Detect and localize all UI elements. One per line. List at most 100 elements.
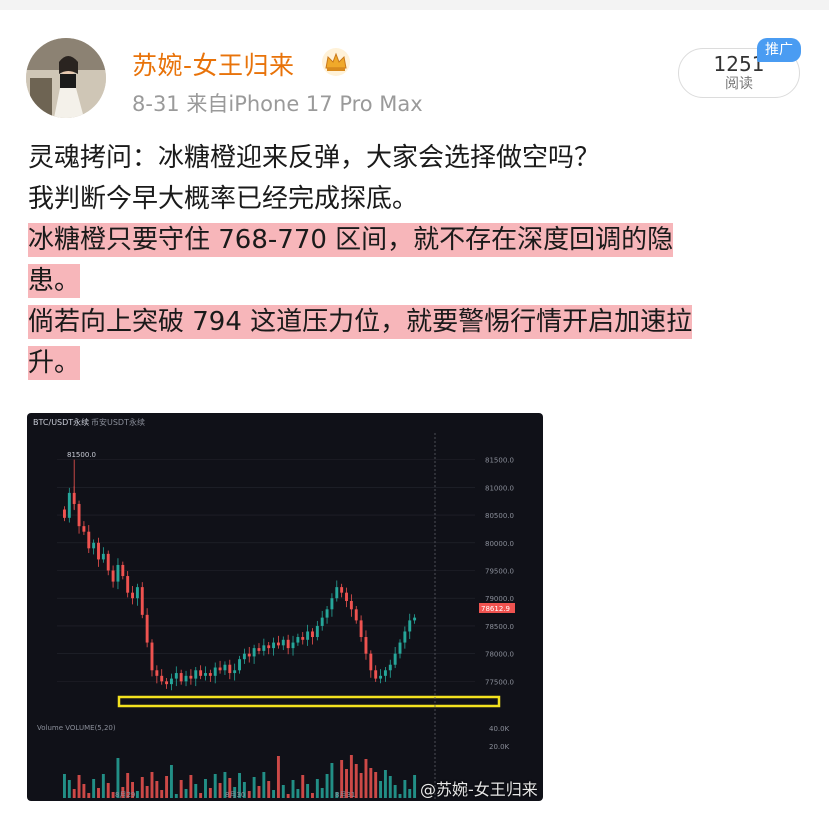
candle-body [63,509,66,518]
y-tick-label: 79000.0 [485,595,514,603]
candle-body [223,664,227,671]
volume-bar [208,788,212,798]
y-tick-label: 81500.0 [485,457,514,465]
volume-bar [140,777,144,798]
post-meta: 8-31 来自iPhone 17 Pro Max [132,88,423,118]
candle-body [213,667,217,676]
candle-body [252,648,256,657]
view-label: 阅读 [725,76,753,92]
candle-body [179,673,183,682]
volume-bar [218,783,222,798]
candle-body [77,503,81,527]
volume-bar [359,773,363,798]
candle-body [393,653,397,665]
candle-body [87,531,91,549]
candle-body [379,675,383,679]
volume-bar [82,784,86,798]
author-name[interactable]: 苏婉-女王归来 [132,46,295,82]
candle-body [364,637,368,654]
chart-title: BTC/USDT永续 [33,417,89,427]
volume-bar [388,776,392,798]
volume-bar [179,780,183,798]
candle-body [97,542,100,560]
candle-body [111,570,115,582]
candle-body [276,642,280,646]
volume-bar [106,783,110,798]
volume-bar [267,781,271,798]
current-price-label: 78612.9 [481,605,510,613]
y-tick-label: 81000.0 [485,484,514,492]
volume-bar [194,784,198,798]
y-tick-label: 77500.0 [485,678,514,686]
candle-body [67,492,71,518]
candle-body [325,609,329,618]
volume-bar [189,775,193,798]
candle-body [296,637,300,643]
crown-icon [322,48,350,76]
promo-badge[interactable]: 推广 [757,38,801,62]
candle-body [150,642,154,671]
volume-bar [63,774,66,798]
volume-bar [160,790,164,798]
y-tick-label: 78000.0 [485,651,514,659]
candle-body [189,675,193,679]
y-tick-label: 78500.0 [485,623,514,631]
post-source: 来自iPhone 17 Pro Max [186,92,423,116]
candle-body [349,600,353,610]
candle-body [340,587,344,593]
volume-bar [257,786,261,798]
volume-bar [165,776,169,798]
candle-body [354,609,358,621]
watermark: @苏婉-女王归来 [420,780,538,799]
volume-bar [252,777,256,798]
price-chart-image[interactable]: BTC/USDT永续 币安USDT永续 81500.0 Volume VOLUM… [27,413,543,801]
candle-body [101,553,105,560]
candle-body [140,587,144,615]
candle-body [106,553,110,571]
candle-body [116,564,120,582]
volume-bar [291,780,295,798]
volume-bar [272,790,276,798]
chart-subtitle: 币安USDT永续 [91,417,145,427]
candle-body [281,639,285,646]
candle-body [121,564,125,577]
volume-bar [67,780,71,798]
candle-body [262,645,266,651]
content-line-3-highlight: 冰糖橙只要守住 768-770 区间，就不存在深度回调的隐 [28,223,674,257]
volume-bar [374,772,378,798]
content-line-1: 灵魂拷问：冰糖橙迎来反弹，大家会选择做空吗？ [28,143,601,173]
volume-bar [87,793,91,798]
candle-body [238,659,241,671]
candle-body [301,637,305,640]
candle-body [199,670,203,676]
candle-body [408,620,412,632]
candle-body [218,667,222,671]
volume-axis-label: 40.0K [489,725,510,733]
y-tick-label: 79500.0 [485,568,514,576]
candle-body [267,645,271,649]
avatar[interactable] [26,38,106,118]
candle-body [184,675,188,682]
candle-body [383,670,387,676]
candlestick-chart: BTC/USDT永续 币安USDT永续 81500.0 Volume VOLUM… [33,417,515,801]
candle-body [126,576,130,593]
candle-body [208,673,212,676]
volume-bar [413,775,417,798]
volume-bar [213,774,217,798]
volume-bar [145,786,149,798]
avatar-image [26,38,106,118]
volume-bar [92,779,96,798]
post-content: 灵魂拷问：冰糖橙迎来反弹，大家会选择做空吗？ 我判断今早大概率已经完成探底。 冰… [28,138,808,384]
candle-body [403,631,407,643]
candle-body [233,670,237,674]
weibo-post: 苏婉-女王归来 8-31 来自iPhone 17 Pro Max 1251 阅读… [0,0,829,821]
volume-bar [364,759,368,798]
post-date: 8-31 [132,92,180,116]
x-tick-label: 8月30 [225,791,245,799]
content-line-6-highlight: 升。 [28,346,81,380]
candle-body [369,653,373,671]
candle-body [165,681,169,685]
volume-bar [398,794,402,798]
candle-body [194,670,198,679]
support-zone-box [117,695,501,708]
